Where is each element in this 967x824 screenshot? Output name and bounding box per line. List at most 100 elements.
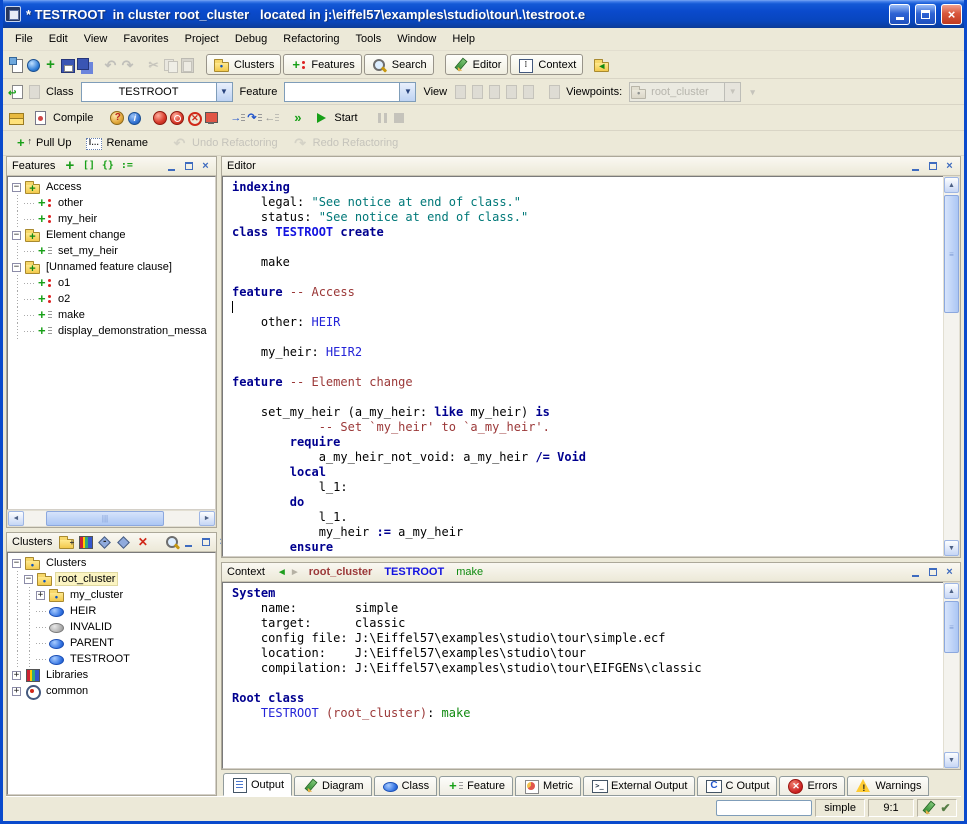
node-libraries[interactable]: Libraries <box>43 669 91 681</box>
menu-view[interactable]: View <box>76 30 116 48</box>
expand-icon[interactable]: + <box>12 671 21 680</box>
context-close-icon[interactable]: × <box>942 566 957 579</box>
node-testroot[interactable]: TESTROOT <box>67 653 133 665</box>
menu-file[interactable]: File <box>7 30 41 48</box>
new-window-icon[interactable] <box>8 57 25 73</box>
compile-button[interactable]: Compile <box>26 107 99 128</box>
collapse-icon[interactable]: − <box>12 559 21 568</box>
features-minimize-icon[interactable] <box>164 160 179 173</box>
node-set-my-heir[interactable]: set_my_heir <box>55 245 121 257</box>
features-maximize-icon[interactable] <box>181 160 196 173</box>
node-invalid[interactable]: INVALID <box>67 621 115 633</box>
breadcrumb-make[interactable]: make <box>456 566 483 578</box>
open-icon[interactable] <box>25 57 42 73</box>
node-parent[interactable]: PARENT <box>67 637 117 649</box>
features-tool-button[interactable]: +Features <box>283 54 361 75</box>
tab-class[interactable]: Class <box>374 776 438 796</box>
tab-feature[interactable]: +Feature <box>439 776 513 796</box>
collapse-icon[interactable]: − <box>12 231 21 240</box>
scrollbar-thumb[interactable]: ≡ <box>944 601 959 653</box>
scroll-down-icon[interactable]: ▼ <box>944 540 959 556</box>
node-o2[interactable]: o2 <box>55 293 73 305</box>
node-make[interactable]: make <box>55 309 88 321</box>
save-all-icon[interactable] <box>76 57 93 73</box>
collapse-icon[interactable]: − <box>12 263 21 272</box>
close-button[interactable]: × <box>941 4 962 25</box>
menu-project[interactable]: Project <box>177 30 227 48</box>
history-back-icon[interactable]: ◄ <box>277 567 287 578</box>
node-unnamed-feature-clause[interactable]: [Unnamed feature clause] <box>43 261 175 273</box>
clusters-tool-button[interactable]: •Clusters <box>206 54 281 75</box>
scroll-down-icon[interactable]: ▼ <box>944 752 959 768</box>
minimize-button[interactable] <box>889 4 910 25</box>
features-tree[interactable]: −+Access+other+my_heir−+Element change+s… <box>7 176 216 510</box>
open-in-new-window-icon[interactable] <box>8 84 25 100</box>
node-access[interactable]: Access <box>43 181 84 193</box>
run-to-cursor-icon[interactable]: » <box>289 110 306 126</box>
node-root-cluster[interactable]: root_cluster <box>55 572 118 586</box>
node-common[interactable]: common <box>43 685 91 697</box>
brackets-icon[interactable]: [] <box>80 158 97 174</box>
node-element-change[interactable]: Element change <box>43 229 129 241</box>
system-settings-icon[interactable] <box>8 110 25 126</box>
menu-favorites[interactable]: Favorites <box>115 30 176 48</box>
clusters-maximize-icon[interactable] <box>198 536 213 549</box>
tab-warnings[interactable]: !Warnings <box>847 776 929 796</box>
context-minimize-icon[interactable] <box>908 566 923 579</box>
save-icon[interactable] <box>59 57 76 73</box>
add-feature-icon[interactable]: + <box>61 158 78 174</box>
rename-button[interactable]: I…Rename <box>79 133 154 154</box>
menu-help[interactable]: Help <box>444 30 483 48</box>
context-output-area[interactable]: System name: simple target: classic conf… <box>222 582 943 769</box>
status-sync-icon[interactable]: ✔ <box>937 800 954 816</box>
editor-minimize-icon[interactable] <box>908 160 923 173</box>
tab-metric[interactable]: Metric <box>515 776 581 796</box>
debug-tool-icon[interactable] <box>203 110 220 126</box>
scrollbar-thumb[interactable]: ||| <box>46 511 164 526</box>
node-display-demonstration-messa[interactable]: display_demonstration_messa <box>55 325 210 337</box>
expand-icon[interactable]: + <box>36 591 45 600</box>
scrollbar-thumb[interactable]: ≡ <box>944 195 959 313</box>
braces-icon[interactable]: {} <box>99 158 116 174</box>
tab-output[interactable]: Output <box>223 773 292 796</box>
step-into-icon[interactable]: → <box>229 110 246 126</box>
menu-refactoring[interactable]: Refactoring <box>275 30 347 48</box>
menu-debug[interactable]: Debug <box>227 30 275 48</box>
editor-maximize-icon[interactable] <box>925 160 940 173</box>
tab-errors[interactable]: ✕Errors <box>779 776 845 796</box>
expand-icon[interactable]: + <box>12 687 21 696</box>
editor-text-area[interactable]: indexing legal: "See notice at end of cl… <box>222 176 943 557</box>
menu-tools[interactable]: Tools <box>348 30 390 48</box>
node-other[interactable]: other <box>55 197 86 209</box>
context-maximize-icon[interactable] <box>925 566 940 579</box>
system-info-icon[interactable]: i <box>126 110 143 126</box>
freeze-icon[interactable]: ? <box>109 110 126 126</box>
add-cluster-icon[interactable]: + <box>58 534 75 550</box>
run-icon[interactable] <box>152 110 169 126</box>
collapse-icon[interactable]: − <box>12 183 21 192</box>
new-item-icon[interactable]: + <box>42 57 59 73</box>
feature-combo[interactable]: ▼ <box>284 82 416 102</box>
scroll-up-icon[interactable]: ▲ <box>944 583 959 599</box>
feature-combo-dropdown-icon[interactable]: ▼ <box>399 83 415 101</box>
editor-close-icon[interactable]: × <box>942 160 957 173</box>
add-item-icon[interactable] <box>115 534 132 550</box>
class-combo-dropdown-icon[interactable]: ▼ <box>216 83 232 101</box>
start-button[interactable]: Start <box>307 107 363 128</box>
scroll-left-icon[interactable]: ◄ <box>8 511 24 526</box>
node-my-heir[interactable]: my_heir <box>55 213 100 225</box>
node-my-cluster[interactable]: my_cluster <box>67 589 126 601</box>
scroll-right-icon[interactable]: ► <box>199 511 215 526</box>
breadcrumb-testroot[interactable]: TESTROOT <box>384 566 444 578</box>
scroll-up-icon[interactable]: ▲ <box>944 177 959 193</box>
maximize-button[interactable] <box>915 4 936 25</box>
node-o1[interactable]: o1 <box>55 277 73 289</box>
pull-up-button[interactable]: +Pull Up <box>9 133 77 154</box>
run-ignoring-breakpoints-icon[interactable] <box>169 110 186 126</box>
node-heir[interactable]: HEIR <box>67 605 99 617</box>
collapse-icon[interactable]: − <box>24 575 33 584</box>
node-clusters[interactable]: Clusters <box>43 557 89 569</box>
context-tool-button[interactable]: ⁞Context <box>510 54 583 75</box>
clusters-tree[interactable]: −•Clusters−•root_cluster+•my_clusterHEIR… <box>7 552 216 795</box>
search-tool-button[interactable]: Search <box>364 54 434 75</box>
